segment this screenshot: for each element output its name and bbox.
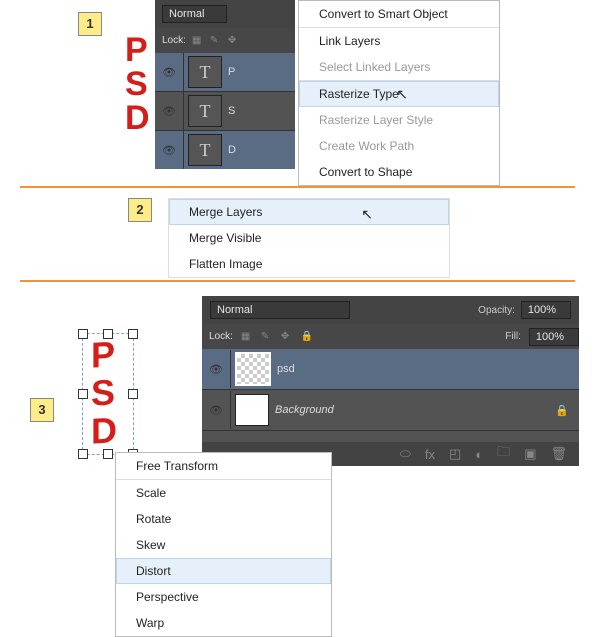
transform-handle[interactable] [128,329,138,339]
fx-icon[interactable]: fx [425,447,435,462]
visibility-toggle[interactable]: 👁 [155,92,184,130]
menu-link-layers[interactable]: Link Layers [299,28,499,54]
menu-select-linked: Select Linked Layers [299,54,499,80]
menu-rasterize-style: Rasterize Layer Style [299,107,499,133]
step-badge-3: 3 [30,398,54,422]
lock-paint-icon[interactable]: ✎ [210,35,222,47]
menu-free-transform[interactable]: Free Transform [116,453,331,479]
new-layer-icon[interactable]: ▣ [524,446,536,462]
adjust-icon[interactable]: ◐ [475,447,483,462]
visibility-toggle[interactable]: 👁 [202,350,231,388]
menu-rasterize-type[interactable]: Rasterize Type ↖ [299,81,499,107]
cursor-icon: ↖ [396,86,408,103]
layer-thumb-white [235,394,269,426]
blend-mode-dropdown[interactable]: Normal [210,301,350,319]
lock-transparency-icon[interactable]: ▦ [192,35,204,47]
layer-context-menu[interactable]: Convert to Smart Object Link Layers Sele… [298,0,500,186]
cursor-icon: ↖ [361,206,373,223]
menu-rotate[interactable]: Rotate [116,506,331,532]
layer-name[interactable]: P [228,66,235,78]
transform-handle[interactable] [128,389,138,399]
lock-transparency-icon[interactable]: ▦ [241,331,253,343]
menu-skew[interactable]: Skew [116,532,331,558]
transform-handle[interactable] [78,449,88,459]
menu-merge-visible[interactable]: Merge Visible [169,225,449,251]
layer-name[interactable]: S [228,105,235,117]
menu-item-label: Merge Layers [189,205,262,219]
trash-icon[interactable]: 🗑 [550,446,567,462]
type-thumb-icon: T [188,134,222,166]
menu-scale[interactable]: Scale [116,480,331,506]
menu-convert-shape[interactable]: Convert to Shape [299,159,499,185]
blend-mode-dropdown[interactable]: Normal [162,5,227,23]
layer-thumb-checker [235,352,271,386]
layer-row-p[interactable]: 👁 T P [155,53,295,92]
mask-icon[interactable]: ◰ [449,446,461,462]
transform-handle[interactable] [78,389,88,399]
lock-label: Lock: [209,331,233,342]
visibility-toggle[interactable]: 👁 [155,131,184,169]
visibility-toggle[interactable]: 👁 [155,53,184,91]
step-badge-2: 2 [128,198,152,222]
transform-handle[interactable] [78,329,88,339]
type-thumb-icon: T [188,56,222,88]
lock-row: Lock: ▦ ✎ ✥ [155,28,295,53]
menu-distort[interactable]: Distort [116,558,331,584]
step-badge-1: 1 [78,12,102,36]
layer-row-d[interactable]: 👁 T D [155,131,295,169]
opacity-label: Opacity: [478,305,515,316]
eye-icon: 👁 [209,404,223,417]
lock-paint-icon[interactable]: ✎ [261,331,273,343]
lock-label: Lock: [162,35,186,46]
fill-value[interactable]: 100% [529,328,579,346]
layer-name[interactable]: D [228,144,236,156]
menu-flatten-image[interactable]: Flatten Image [169,251,449,277]
eye-icon: 👁 [162,66,176,79]
eye-icon: 👁 [162,144,176,157]
layers-palette-step1: Normal Lock: ▦ ✎ ✥ 👁 T P 👁 T S 👁 T D [155,0,295,155]
menu-create-work-path: Create Work Path [299,133,499,159]
fill-label: Fill: [505,331,521,342]
opacity-value[interactable]: 100% [521,301,571,319]
menu-convert-smart-object[interactable]: Convert to Smart Object [299,1,499,27]
layers-palette-step3: Normal Opacity: 100% Lock: ▦ ✎ ✥ 🔒 Fill:… [202,296,579,466]
menu-item-label: Rasterize Type [319,87,399,101]
link-icon[interactable]: ⬭ [400,446,411,462]
menu-perspective[interactable]: Perspective [116,584,331,610]
lock-move-icon[interactable]: ✥ [281,331,293,343]
transform-context-menu[interactable]: Free Transform Scale Rotate Skew Distort… [115,452,332,637]
lock-row: Lock: ▦ ✎ ✥ 🔒 Fill: 100% [202,324,579,349]
lock-all-icon[interactable]: 🔒 [301,331,313,343]
lock-move-icon[interactable]: ✥ [228,35,240,47]
layer-row-psd[interactable]: 👁 psd [202,349,579,390]
merge-context-menu[interactable]: Merge Layers ↖ Merge Visible Flatten Ima… [168,198,450,278]
layer-row-background[interactable]: 👁 Background 🔒 [202,390,579,431]
lock-icon: 🔒 [555,404,569,417]
section-divider [20,280,575,282]
folder-icon[interactable]: 🗀 [497,443,510,465]
menu-merge-layers[interactable]: Merge Layers ↖ [169,199,449,225]
layer-name[interactable]: Background [275,404,334,416]
eye-icon: 👁 [209,363,223,376]
transform-selection-box[interactable]: P S D [82,333,134,455]
menu-warp[interactable]: Warp [116,610,331,636]
layer-name[interactable]: psd [277,363,295,375]
layer-row-s[interactable]: 👁 T S [155,92,295,131]
section-divider [20,186,575,188]
visibility-toggle[interactable]: 👁 [202,391,231,429]
type-thumb-icon: T [188,95,222,127]
psd-logo-step1: P S D [125,33,150,135]
eye-icon: 👁 [162,105,176,118]
psd-logo-step3: P S D [91,335,117,450]
